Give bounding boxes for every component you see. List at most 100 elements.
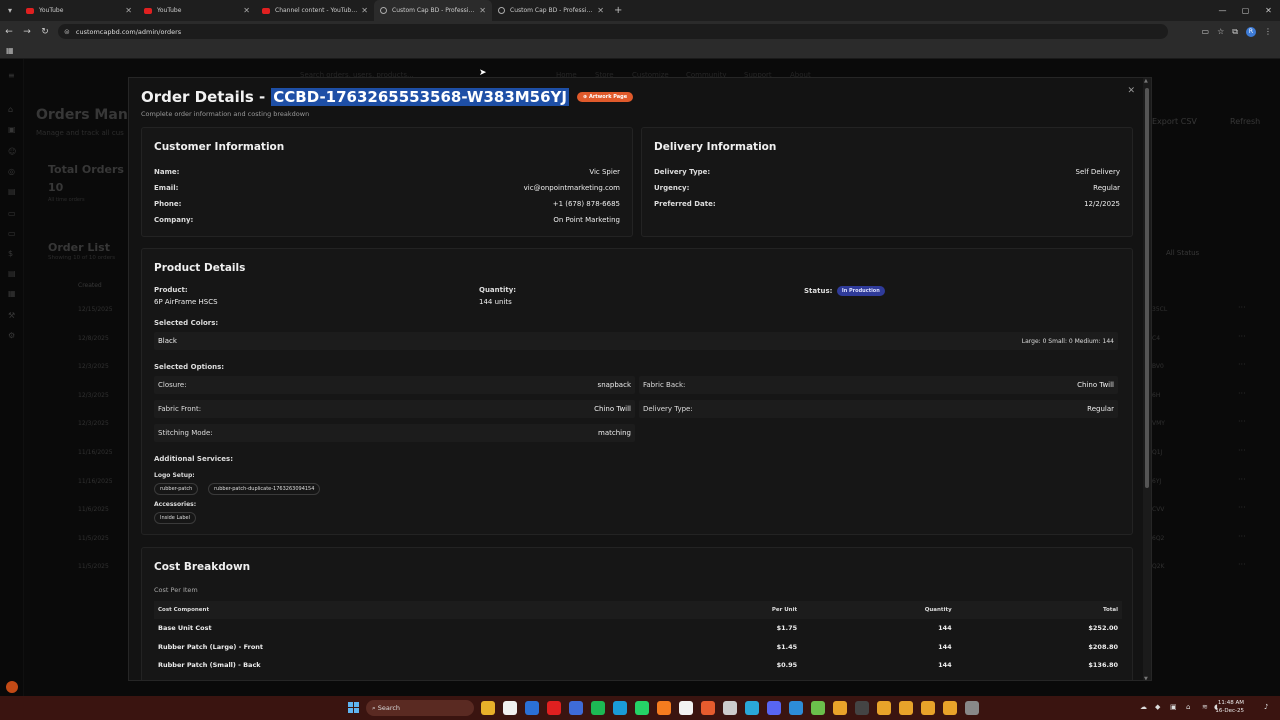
app-icon[interactable] <box>701 701 715 715</box>
tab-search-icon[interactable]: ▾ <box>0 0 20 21</box>
whatsapp-icon[interactable] <box>635 701 649 715</box>
discord-icon[interactable] <box>767 701 781 715</box>
taskbar-search-label: Search <box>377 704 401 712</box>
spotify-icon[interactable] <box>591 701 605 715</box>
status-badge: In Production <box>836 286 885 296</box>
close-tab-icon[interactable]: ✕ <box>479 6 486 15</box>
close-window-icon[interactable]: ✕ <box>1257 0 1280 21</box>
scroll-up-icon[interactable]: ▲ <box>1144 78 1148 84</box>
email-label: Email: <box>154 184 179 192</box>
scrollbar-thumb[interactable] <box>1145 88 1149 488</box>
customer-info-title: Customer Information <box>154 141 285 153</box>
close-tab-icon[interactable]: ✕ <box>243 6 250 15</box>
phone-label: Phone: <box>154 200 182 208</box>
browser-tab[interactable]: YouTube ✕ <box>138 0 256 21</box>
firefox-icon[interactable] <box>657 701 671 715</box>
chrome-icon[interactable] <box>877 701 891 715</box>
bookmark-star-icon[interactable]: ☆ <box>1217 27 1224 36</box>
assistant-orb-icon[interactable] <box>6 681 18 693</box>
tray-icon[interactable]: ☁ <box>1140 703 1147 711</box>
logo-setup-chip: rubber-patch-duplicate-1763263094154 <box>208 483 321 495</box>
profile-avatar[interactable]: R <box>1246 26 1256 37</box>
artwork-page-badge[interactable]: ⊕ Artwork Page <box>577 92 634 102</box>
back-icon[interactable]: ← <box>0 27 18 37</box>
taskbar-search[interactable]: ⌕ Search <box>366 700 474 716</box>
cell-total: $208.80 <box>1088 642 1118 651</box>
browser-tab[interactable]: YouTube ✕ <box>20 0 138 21</box>
tray-icon[interactable]: ◆ <box>1155 703 1160 711</box>
clock-date: 16-Dec-25 <box>1215 708 1244 714</box>
customer-company-row: Company: On Point Marketing <box>154 216 620 224</box>
extensions-icon[interactable]: ⧉ <box>1232 27 1238 37</box>
cost-breakdown-card: Cost Breakdown Cost Per Item Cost Compon… <box>141 547 1133 680</box>
close-icon[interactable]: ✕ <box>1127 86 1135 96</box>
tab-title: Custom Cap BD - Professional <box>392 7 476 14</box>
app-icon[interactable] <box>811 701 825 715</box>
cast-icon[interactable]: ▭ <box>1202 27 1210 36</box>
preferred-date-row: Preferred Date: 12/2/2025 <box>654 200 1120 208</box>
menu-icon[interactable]: ⋮ <box>1264 27 1272 36</box>
close-tab-icon[interactable]: ✕ <box>361 6 368 15</box>
app-icon[interactable] <box>503 701 517 715</box>
table-row: Base Unit Cost $1.75 144 $252.00 <box>154 619 1122 638</box>
browser-tab[interactable]: Channel content - YouTube Stu ✕ <box>256 0 374 21</box>
cell-total: $252.00 <box>1088 624 1118 633</box>
chrome-icon[interactable] <box>899 701 913 715</box>
app-icon[interactable] <box>723 701 737 715</box>
name-label: Name: <box>154 168 180 176</box>
file-explorer-icon[interactable] <box>481 701 495 715</box>
accessory-chip: Inside Label <box>154 512 196 524</box>
chrome-icon[interactable] <box>921 701 935 715</box>
maximize-icon[interactable]: ▢ <box>1234 0 1257 21</box>
fabric-back-value: Chino Twill <box>1077 381 1114 389</box>
notes-icon[interactable] <box>679 701 693 715</box>
edge-icon[interactable] <box>613 701 627 715</box>
browser-tab[interactable]: Custom Cap BD - Professional ✕ <box>492 0 610 21</box>
delivery-type-option-value: Regular <box>1087 405 1114 413</box>
customer-email: vic@onpointmarketing.com <box>523 184 620 192</box>
modal-scrollbar[interactable]: ▲ ▼ <box>1143 78 1151 680</box>
order-details-modal: ✕ Order Details - CCBD-1763265553568-W38… <box>128 77 1152 681</box>
scroll-down-icon[interactable]: ▼ <box>1144 676 1148 680</box>
app-icon[interactable] <box>745 701 759 715</box>
chrome-icon[interactable] <box>943 701 957 715</box>
color-name: Black <box>158 337 177 345</box>
wifi-icon[interactable]: ≋ <box>1202 703 1208 711</box>
new-tab-icon[interactable]: + <box>614 5 622 16</box>
col-cost-component: Cost Component <box>154 601 654 619</box>
stitching-value: matching <box>598 429 631 437</box>
chrome-icon[interactable] <box>833 701 847 715</box>
notification-bell-icon[interactable]: ♪ <box>1264 703 1268 711</box>
tray-icon[interactable]: ▣ <box>1170 703 1177 711</box>
address-input[interactable]: ⊜ customcapbd.com/admin/orders <box>58 24 1168 39</box>
app-icon[interactable] <box>547 701 561 715</box>
close-tab-icon[interactable]: ✕ <box>597 6 604 15</box>
apps-grid-icon[interactable]: ▦ <box>6 46 14 55</box>
fabric-front-value: Chino Twill <box>594 405 631 413</box>
tray-icon[interactable]: ⌂ <box>1186 703 1190 711</box>
app-icon[interactable] <box>789 701 803 715</box>
app-icon[interactable] <box>855 701 869 715</box>
admin-page: ≡ ⌂ ▣ ☺ ◎ ▤ ▭ ▭ $ ▤ ▦ ⚒ ⚙ Search orders,… <box>0 59 1280 696</box>
cell-per-unit: $0.95 <box>776 661 798 670</box>
selected-colors-label: Selected Colors: <box>154 319 219 327</box>
urgency-row: Urgency: Regular <box>654 184 1120 192</box>
settings-icon[interactable] <box>965 701 979 715</box>
minimize-icon[interactable]: — <box>1211 0 1234 21</box>
customer-phone-row: Phone: +1 (678) 878-6685 <box>154 200 620 208</box>
customer-name-row: Name: Vic Spier <box>154 168 620 176</box>
closure-label: Closure: <box>158 381 187 389</box>
app-icon[interactable] <box>569 701 583 715</box>
quantity-value: 144 units <box>479 298 512 306</box>
app-icon[interactable] <box>525 701 539 715</box>
site-info-icon[interactable]: ⊜ <box>64 28 70 36</box>
urgency-label: Urgency: <box>654 184 690 192</box>
reload-icon[interactable]: ↻ <box>36 27 54 37</box>
cost-per-item-label: Cost Per Item <box>154 586 198 594</box>
windows-start-icon[interactable] <box>348 702 359 713</box>
browser-tab-active[interactable]: Custom Cap BD - Professional ✕ <box>374 0 492 21</box>
forward-icon[interactable]: → <box>18 27 36 37</box>
clock[interactable]: 11:48 AM 16-Dec-25 <box>1215 699 1244 715</box>
close-tab-icon[interactable]: ✕ <box>125 6 132 15</box>
globe-icon <box>498 7 505 14</box>
